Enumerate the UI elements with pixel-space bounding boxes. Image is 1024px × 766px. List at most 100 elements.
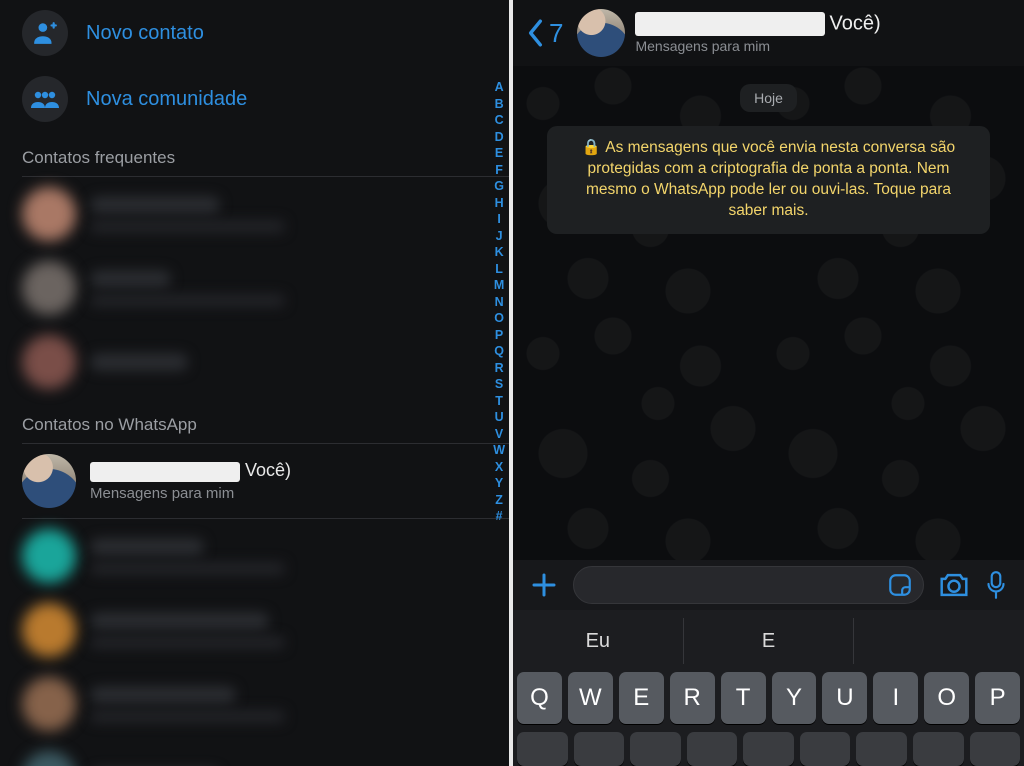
letter-S[interactable]: S [493,377,505,392]
avatar [22,529,76,583]
contact-row[interactable] [0,519,509,593]
keyboard: Eu E QWERTYUIOP [513,610,1024,766]
letter-B[interactable]: B [493,97,505,112]
avatar [22,751,76,766]
suggestion-2[interactable]: E [684,618,855,664]
avatar [22,335,76,389]
letter-W[interactable]: W [493,443,505,458]
key-R[interactable]: R [670,672,715,724]
self-contact-sub: Mensagens para mim [90,485,291,502]
keyboard-row-1: QWERTYUIOP [513,672,1024,724]
add-contact-icon [22,10,68,56]
contact-row[interactable] [0,667,509,741]
key-I[interactable]: I [873,672,918,724]
you-suffix: Você) [245,460,291,480]
letter-I[interactable]: I [493,212,505,227]
key[interactable] [743,732,794,766]
letter-A[interactable]: A [493,80,505,95]
letter-U[interactable]: U [493,410,505,425]
letter-R[interactable]: R [493,361,505,376]
key[interactable] [856,732,907,766]
chat-pane: 7 Você) Mensagens para mim Hoje 🔒As mens… [513,0,1024,766]
contact-row[interactable] [0,741,509,766]
sticker-icon[interactable] [887,572,913,598]
back-button[interactable]: 7 [525,18,563,49]
letter-K[interactable]: K [493,245,505,260]
avatar [22,187,76,241]
chat-title-area[interactable]: Você) Mensagens para mim [635,12,880,54]
chevron-left-icon [525,18,547,48]
key-Q[interactable]: Q [517,672,562,724]
avatar[interactable] [577,9,625,57]
avatar [22,677,76,731]
key-E[interactable]: E [619,672,664,724]
key-Y[interactable]: Y [772,672,817,724]
key[interactable] [687,732,738,766]
letter-N[interactable]: N [493,295,505,310]
letter-L[interactable]: L [493,262,505,277]
self-contact-row[interactable]: Você) Mensagens para mim [0,444,509,518]
frequent-contacts-header: Contatos frequentes [0,132,509,176]
letter-#[interactable]: # [493,509,505,524]
letter-H[interactable]: H [493,196,505,211]
letter-Y[interactable]: Y [493,476,505,491]
chat-subtitle: Mensagens para mim [635,38,880,54]
encryption-notice[interactable]: 🔒As mensagens que você envia nesta conve… [547,126,990,234]
frequent-contact-row[interactable] [0,177,509,251]
letter-X[interactable]: X [493,460,505,475]
chat-body[interactable]: Hoje 🔒As mensagens que você envia nesta … [513,66,1024,560]
chat-header: 7 Você) Mensagens para mim [513,0,1024,66]
letter-Q[interactable]: Q [493,344,505,359]
key-O[interactable]: O [924,672,969,724]
contact-name-redacted [90,270,171,288]
key[interactable] [800,732,851,766]
letter-T[interactable]: T [493,394,505,409]
back-count: 7 [549,18,563,49]
frequent-contact-row[interactable] [0,251,509,325]
letter-C[interactable]: C [493,113,505,128]
mic-button[interactable] [984,570,1008,600]
suggestion-1[interactable]: Eu [513,618,684,664]
message-input[interactable] [573,566,924,604]
camera-icon [938,571,970,599]
letter-V[interactable]: V [493,427,505,442]
key[interactable] [574,732,625,766]
letter-index[interactable]: ABCDEFGHIJKLMNOPQRSTUVWXYZ# [493,80,505,524]
encryption-text: As mensagens que você envia nesta conver… [586,139,955,219]
key[interactable] [630,732,681,766]
key[interactable] [517,732,568,766]
plus-icon [529,570,559,600]
letter-G[interactable]: G [493,179,505,194]
key-P[interactable]: P [975,672,1020,724]
contact-sub-redacted [90,220,285,233]
attach-button[interactable] [529,570,559,600]
new-contact-row[interactable]: Novo contato [0,0,509,66]
letter-J[interactable]: J [493,229,505,244]
redacted-name [635,12,825,36]
letter-Z[interactable]: Z [493,493,505,508]
contact-row[interactable] [0,593,509,667]
suggestion-3[interactable] [854,618,1024,664]
key[interactable] [970,732,1021,766]
key[interactable] [913,732,964,766]
key-W[interactable]: W [568,672,613,724]
new-contact-label: Novo contato [86,22,204,45]
keyboard-row-2 [513,732,1024,766]
you-suffix: Você) [829,12,880,34]
key-U[interactable]: U [822,672,867,724]
letter-O[interactable]: O [493,311,505,326]
camera-button[interactable] [938,571,970,599]
letter-E[interactable]: E [493,146,505,161]
lock-icon: 🔒 [582,139,601,156]
frequent-contact-row[interactable] [0,325,509,399]
new-community-row[interactable]: Nova comunidade [0,66,509,132]
letter-P[interactable]: P [493,328,505,343]
letter-M[interactable]: M [493,278,505,293]
letter-F[interactable]: F [493,163,505,178]
key-T[interactable]: T [721,672,766,724]
chat-title: Você) [635,12,880,36]
mic-icon [984,570,1008,600]
letter-D[interactable]: D [493,130,505,145]
self-contact-name: Você) [90,460,291,481]
new-community-label: Nova comunidade [86,88,247,111]
